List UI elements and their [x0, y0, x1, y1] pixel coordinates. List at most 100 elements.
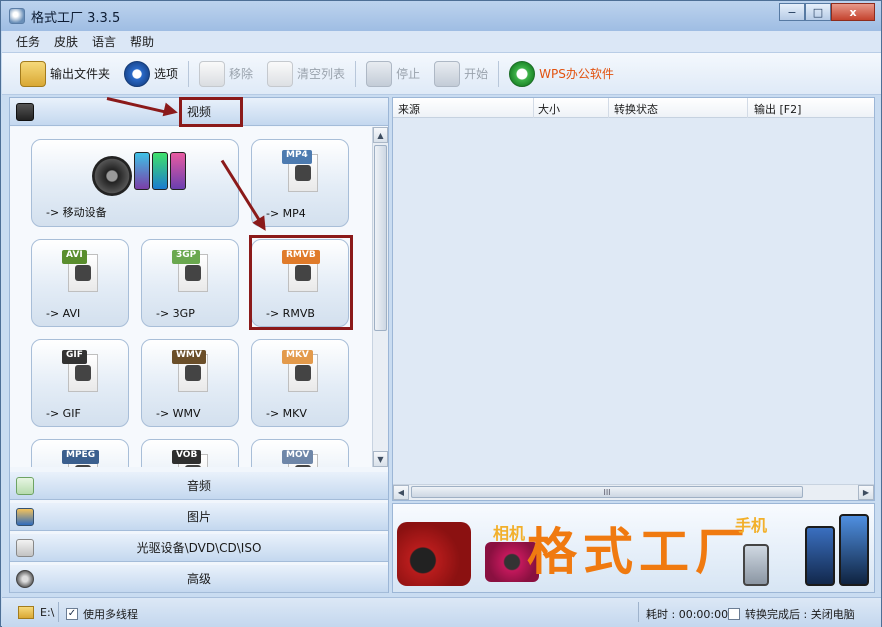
multithread-label: 使用多线程: [83, 608, 138, 621]
task-list-panel: 来源 大小 转换状态 输出 [F2] ◀ III ▶: [392, 97, 875, 501]
advanced-reel-icon: [16, 570, 34, 588]
scroll-thumb[interactable]: [374, 145, 387, 331]
output-folder-button[interactable]: 输出文件夹: [20, 60, 111, 87]
tile-label: -> 3GP: [156, 307, 195, 320]
category-panel: 视频 -> 移动设备 MP4 -> MP4 AVI -> AVI 3GP -> …: [9, 97, 389, 593]
highlight-box-video: [179, 97, 243, 127]
toolbar-separator: [188, 60, 190, 87]
scroll-right-arrow-icon[interactable]: ▶: [858, 485, 874, 500]
format-badge: MPEG: [62, 450, 100, 464]
tile-mkv[interactable]: MKV -> MKV: [251, 339, 349, 427]
wps-label: WPS办公软件: [539, 67, 614, 81]
tile-mov[interactable]: MOV: [251, 439, 349, 467]
status-separator: [58, 602, 59, 622]
menu-task[interactable]: 任务: [16, 33, 40, 50]
tile-mobile-device[interactable]: -> 移动设备: [31, 139, 239, 227]
remove-label: 移除: [229, 67, 254, 81]
menu-help[interactable]: 帮助: [130, 33, 154, 50]
close-button[interactable]: x: [831, 3, 875, 21]
category-disc[interactable]: 光驱设备\DVD\CD\ISO: [10, 534, 388, 562]
camcorder-icon: [397, 522, 471, 586]
scroll-down-arrow-icon[interactable]: ▼: [373, 451, 388, 467]
menu-language[interactable]: 语言: [92, 33, 116, 50]
maximize-button[interactable]: □: [805, 3, 831, 21]
banner-title: 格式工厂: [527, 523, 751, 581]
column-size[interactable]: 大小: [538, 101, 560, 117]
options-gear-icon: [124, 60, 151, 87]
clear-list-button[interactable]: 清空列表: [267, 60, 346, 87]
banner-phone-label: 手机: [735, 516, 768, 535]
format-badge: 3GP: [172, 250, 201, 264]
scroll-left-arrow-icon[interactable]: ◀: [393, 485, 409, 500]
menu-skin[interactable]: 皮肤: [54, 33, 78, 50]
column-divider: [747, 98, 748, 118]
tile-gif[interactable]: GIF -> GIF: [31, 339, 129, 427]
category-advanced[interactable]: 高级: [10, 565, 388, 593]
column-source[interactable]: 来源: [398, 101, 420, 117]
elapsed-label: 耗时 : 00:00:00: [646, 608, 729, 621]
stop-label: 停止: [396, 67, 421, 81]
picture-icon: [16, 508, 34, 526]
column-status[interactable]: 转换状态: [614, 101, 658, 117]
format-badge: AVI: [62, 250, 87, 264]
tile-3gp[interactable]: 3GP -> 3GP: [141, 239, 239, 327]
toolbar-separator: [355, 60, 357, 87]
category-audio[interactable]: 音频: [10, 472, 388, 500]
app-window: 格式工厂 3.3.5 − □ x 任务 皮肤 语言 帮助 输出文件夹 选项 移除…: [0, 0, 882, 627]
column-divider: [608, 98, 609, 118]
window-title: 格式工厂 3.3.5: [31, 10, 121, 26]
film-reel-icon: [92, 156, 132, 196]
highlight-box-rmvb: [249, 235, 353, 330]
checkbox-unchecked-icon[interactable]: [728, 608, 740, 620]
stop-button[interactable]: 停止: [366, 60, 421, 87]
options-label: 选项: [154, 67, 179, 81]
category-disc-label: 光驱设备\DVD\CD\ISO: [136, 541, 262, 555]
disc-drive-icon: [16, 539, 34, 557]
app-logo-icon: [9, 8, 25, 24]
toolbar-separator: [498, 60, 500, 87]
multithread-checkbox[interactable]: ✓ 使用多线程: [66, 606, 138, 622]
tile-vob[interactable]: VOB: [141, 439, 239, 467]
column-divider: [533, 98, 534, 118]
category-image[interactable]: 图片: [10, 503, 388, 531]
category-audio-label: 音频: [186, 479, 211, 493]
tile-mpeg[interactable]: MPEG: [31, 439, 129, 467]
checkbox-checked-icon[interactable]: ✓: [66, 608, 78, 620]
film-clapper-icon: [16, 103, 34, 121]
tile-label: -> 移动设备: [46, 206, 107, 219]
shutdown-after-checkbox[interactable]: 转换完成后 : 关闭电脑: [728, 606, 855, 622]
output-drive[interactable]: E:\: [18, 606, 54, 619]
tile-mp4[interactable]: MP4 -> MP4: [251, 139, 349, 227]
column-output[interactable]: 输出 [F2]: [754, 101, 801, 117]
promo-banner[interactable]: 相机 格式工厂 手机: [392, 503, 875, 593]
hscroll-thumb[interactable]: III: [411, 486, 803, 498]
phone-icon: [134, 152, 150, 190]
tile-label: -> WMV: [156, 407, 201, 420]
task-list-hscrollbar[interactable]: ◀ III ▶: [393, 484, 874, 500]
start-label: 开始: [464, 67, 489, 81]
tile-avi[interactable]: AVI -> AVI: [31, 239, 129, 327]
status-bar: E:\ ✓ 使用多线程 耗时 : 00:00:00 转换完成后 : 关闭电脑: [2, 597, 881, 627]
category-image-label: 图片: [186, 510, 211, 524]
menu-bar: 任务 皮肤 语言 帮助: [2, 31, 881, 53]
format-badge: VOB: [172, 450, 202, 464]
start-button[interactable]: 开始: [434, 60, 489, 87]
tiles-scrollbar[interactable]: ▲ ▼: [372, 127, 388, 467]
title-bar: 格式工厂 3.3.5 − □ x: [1, 1, 881, 31]
clear-list-label: 清空列表: [297, 67, 346, 81]
folder-icon: [20, 60, 46, 87]
phone-icon: [152, 152, 168, 190]
scroll-up-arrow-icon[interactable]: ▲: [373, 127, 388, 143]
output-folder-label: 输出文件夹: [50, 67, 111, 81]
remove-button[interactable]: 移除: [199, 60, 254, 87]
format-badge: MP4: [282, 150, 312, 164]
wps-button[interactable]: WPS办公软件: [509, 60, 614, 87]
format-badge: MKV: [282, 350, 313, 364]
music-note-icon: [16, 477, 34, 495]
options-button[interactable]: 选项: [124, 60, 179, 87]
tile-label: -> MKV: [266, 407, 307, 420]
category-advanced-label: 高级: [186, 572, 211, 586]
tile-wmv[interactable]: WMV -> WMV: [141, 339, 239, 427]
banner-camera-label: 相机: [493, 524, 526, 543]
minimize-button[interactable]: −: [779, 3, 805, 21]
